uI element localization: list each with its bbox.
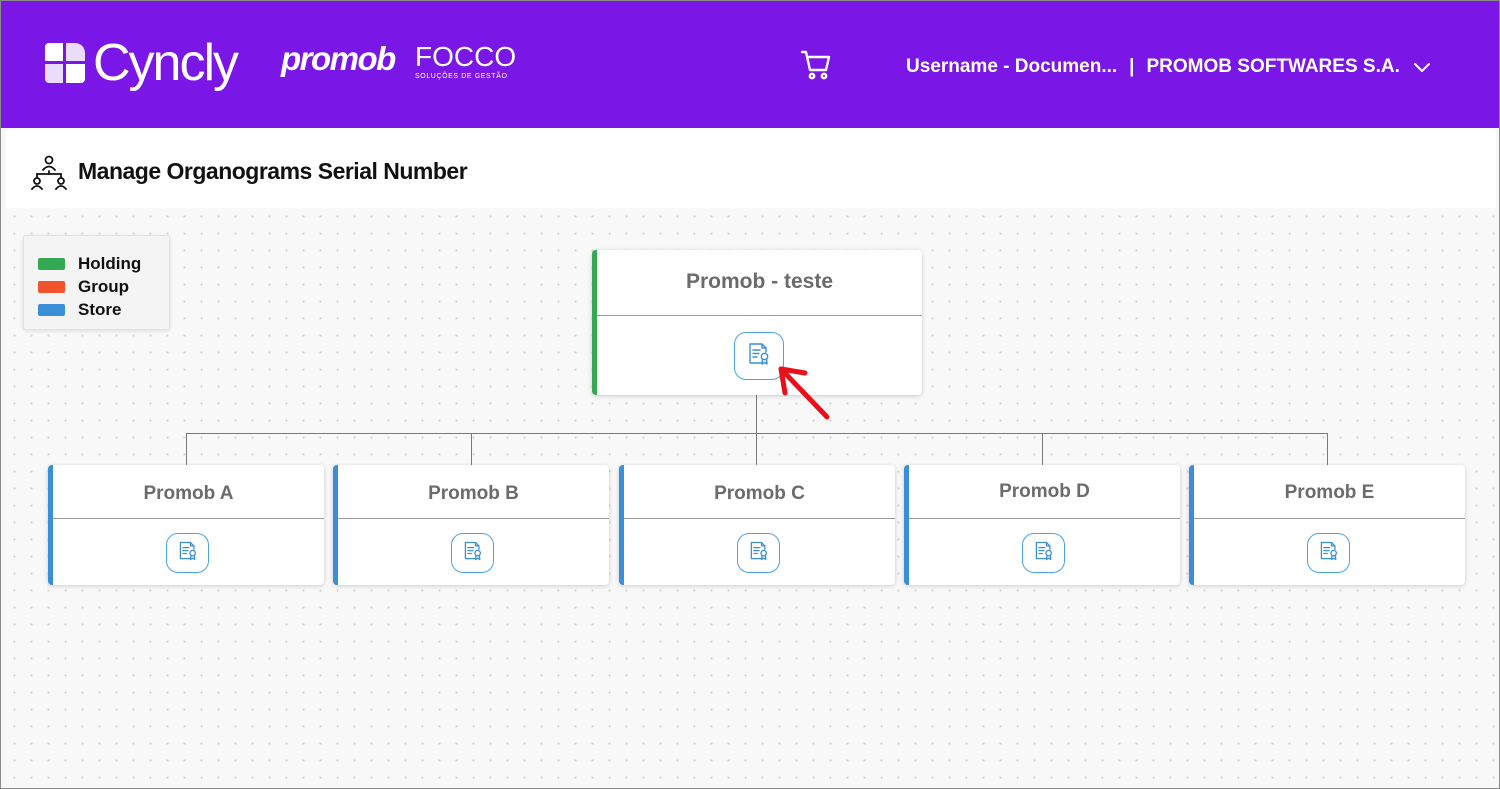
cart-icon[interactable]: [799, 47, 833, 81]
serial-number-button[interactable]: [1022, 533, 1065, 573]
org-node-promob-c[interactable]: Promob C: [619, 465, 895, 585]
serial-number-button[interactable]: [734, 332, 784, 380]
legend-swatch-store: [38, 303, 65, 316]
legend: Holding Group Store: [23, 235, 170, 330]
legend-swatch-holding: [38, 257, 65, 270]
node-divider: [1194, 518, 1465, 519]
serial-certificate-icon: [1033, 540, 1055, 567]
page-title: Manage Organograms Serial Number: [78, 158, 468, 184]
header-separator: |: [1129, 56, 1135, 77]
org-node-promob-a[interactable]: Promob A: [48, 465, 324, 585]
focco-logo-text: FOCCO: [415, 41, 517, 72]
serial-number-button[interactable]: [451, 533, 494, 573]
node-divider: [338, 518, 609, 519]
connector-horizontal: [186, 433, 1328, 434]
node-divider: [909, 518, 1180, 519]
account-menu[interactable]: Username - Documen... | PROMOB SOFTWARES…: [906, 53, 1432, 81]
company-name: PROMOB SOFTWARES S.A.: [1146, 56, 1400, 77]
connector-child-a: [186, 433, 187, 466]
legend-item-holding: Holding: [38, 252, 169, 275]
legend-item-group: Group: [38, 275, 169, 298]
serial-number-button[interactable]: [166, 533, 209, 573]
serial-certificate-icon: [1318, 540, 1340, 567]
legend-label: Holding: [78, 253, 142, 273]
org-node-promob-d[interactable]: Promob D: [904, 465, 1180, 585]
cyncly-logo[interactable]: Cyncly: [45, 34, 239, 92]
serial-certificate-icon: [177, 540, 199, 567]
connector-child-b: [471, 433, 472, 466]
serial-number-button[interactable]: [1307, 533, 1350, 573]
node-title: Promob D: [999, 481, 1090, 502]
user-name: Username - Documen...: [906, 56, 1118, 77]
org-node-promob-b[interactable]: Promob B: [333, 465, 609, 585]
top-header: Cyncly promob FOCCO SOLUÇÕES DE GESTÃO U…: [1, 1, 1499, 128]
connector-child-e: [1327, 433, 1328, 466]
chevron-down-icon[interactable]: [1412, 57, 1432, 77]
node-divider: [597, 315, 922, 316]
node-title: Promob - teste: [685, 270, 834, 293]
page-title-bar: Manage Organograms Serial Number: [6, 128, 1496, 208]
app-frame: Cyncly promob FOCCO SOLUÇÕES DE GESTÃO U…: [0, 0, 1500, 789]
node-title: Promob B: [428, 483, 519, 504]
legend-item-store: Store: [38, 298, 169, 321]
node-title: Promob C: [714, 483, 805, 504]
serial-number-button[interactable]: [737, 533, 780, 573]
organogram-icon: [30, 154, 68, 190]
legend-label: Group: [78, 276, 129, 296]
org-node-promob-e[interactable]: Promob E: [1189, 465, 1465, 585]
legend-swatch-group: [38, 280, 65, 293]
cyncly-logo-text: Cyncly: [93, 34, 239, 92]
node-divider: [624, 518, 895, 519]
organogram-canvas[interactable]: Holding Group Store Promob - teste Promo…: [6, 208, 1496, 788]
serial-certificate-icon: [462, 540, 484, 567]
promob-logo: promob: [281, 40, 396, 77]
focco-logo: FOCCO SOLUÇÕES DE GESTÃO: [415, 43, 516, 81]
org-node-root[interactable]: Promob - teste: [592, 250, 922, 395]
node-divider: [53, 518, 324, 519]
focco-logo-tagline: SOLUÇÕES DE GESTÃO: [415, 73, 508, 80]
serial-certificate-icon: [746, 341, 772, 372]
cyncly-logo-mark: [45, 43, 85, 83]
connector-root-down: [756, 395, 757, 434]
serial-certificate-icon: [748, 540, 770, 567]
legend-label: Store: [78, 299, 122, 319]
connector-child-d: [1042, 433, 1043, 466]
node-title: Promob E: [1284, 482, 1375, 503]
connector-child-c: [756, 433, 757, 466]
node-title: Promob A: [143, 483, 234, 504]
